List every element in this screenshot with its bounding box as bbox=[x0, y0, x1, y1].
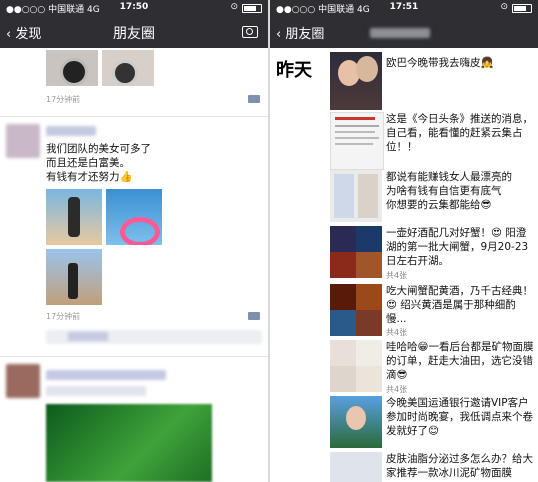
post-image[interactable] bbox=[330, 396, 382, 448]
post-image[interactable] bbox=[330, 340, 356, 366]
post-text: 吃大闸蟹配黄酒，乃千古经典！😍 绍兴黄酒是属于那种细酌慢... bbox=[386, 285, 533, 325]
post-image[interactable] bbox=[356, 366, 382, 392]
status-bar: ●●○○○ 中国联通 4G 17:51 ⊙ bbox=[270, 0, 538, 16]
image-count: 共4张 bbox=[386, 385, 408, 394]
post-image[interactable] bbox=[330, 452, 382, 482]
avatar[interactable] bbox=[6, 124, 40, 158]
post-image[interactable] bbox=[330, 252, 356, 278]
post-image[interactable] bbox=[356, 252, 382, 278]
image-count: 共4张 bbox=[386, 271, 408, 280]
post-text: 今晚美国运通银行邀请VIP客户参加时尚晚宴，我低调点来个卷发就好了😊 bbox=[386, 397, 533, 437]
post-text: 都说有能赚钱女人最漂亮的 为啥有钱有自信更有底气 你想要的云集都能给😎 bbox=[386, 171, 512, 211]
profile-timeline-panel: ●●○○○ 中国联通 4G 17:51 ⊙ ‹ 朋友圈 昨天 欧巴今晚带我去嗨皮… bbox=[270, 0, 538, 482]
post-image[interactable] bbox=[46, 189, 102, 245]
post-image[interactable] bbox=[330, 52, 382, 110]
post-image[interactable] bbox=[330, 284, 356, 310]
camera-icon[interactable] bbox=[242, 26, 258, 38]
status-bar: ●●○○○ 中国联通 4G 17:50 ⊙ bbox=[0, 0, 268, 16]
post-image[interactable] bbox=[330, 112, 384, 170]
moments-feed-panel: ●●○○○ 中国联通 4G 17:50 ⊙ ‹ 发现 朋友圈 17分钟前 我们团… bbox=[0, 0, 268, 482]
post-text: 哇哈哈😁一看后台都是矿物面膜的订单，赶走大油田，选它没错滴😎 bbox=[386, 341, 534, 381]
lock-icon: ⊙ bbox=[230, 2, 238, 12]
post-image[interactable] bbox=[102, 50, 154, 86]
image-count: 共4张 bbox=[386, 328, 408, 337]
post-image[interactable] bbox=[330, 310, 356, 336]
post-text: 我们团队的美女可多了 而且还是白富美。 有钱有才还努力👍 bbox=[46, 143, 151, 183]
post-image[interactable] bbox=[46, 50, 98, 86]
back-label: 朋友圈 bbox=[285, 27, 325, 42]
date-label: 昨天 bbox=[276, 60, 312, 81]
divider bbox=[0, 116, 268, 117]
battery-icon bbox=[512, 4, 532, 13]
post-text: 这是《今日头条》推送的消息，自己看，能看懂的赶紧云集占位！！ bbox=[386, 113, 533, 153]
page-title: 朋友圈 bbox=[113, 26, 155, 42]
more-icon[interactable] bbox=[248, 312, 260, 320]
post-image[interactable] bbox=[46, 249, 102, 305]
post-image[interactable] bbox=[330, 226, 356, 252]
clock: 17:51 bbox=[389, 2, 419, 12]
post-image[interactable] bbox=[356, 226, 382, 252]
nav-bar: ‹ 发现 朋友圈 bbox=[0, 16, 268, 48]
post-time: 17分钟前 bbox=[46, 312, 81, 321]
clock: 17:50 bbox=[119, 2, 149, 12]
battery-icon bbox=[242, 4, 262, 13]
comment-name bbox=[68, 332, 108, 341]
post-time: 17分钟前 bbox=[46, 95, 81, 104]
nav-bar: ‹ 朋友圈 bbox=[270, 16, 538, 48]
post-image[interactable] bbox=[356, 310, 382, 336]
post-text: 欧巴今晚带我去嗨皮👧 bbox=[386, 57, 494, 69]
username[interactable] bbox=[46, 126, 96, 136]
post-image[interactable] bbox=[46, 404, 212, 482]
post-text: 一壶好酒配几对好蟹！😍 阳澄湖的第一批大闸蟹，9月20-23日左右开湖。 bbox=[386, 227, 529, 267]
post-text bbox=[46, 386, 146, 396]
lock-icon: ⊙ bbox=[500, 2, 508, 12]
avatar[interactable] bbox=[6, 364, 40, 398]
post-image[interactable] bbox=[106, 189, 162, 245]
profile-name bbox=[370, 28, 430, 38]
post-image[interactable] bbox=[330, 170, 382, 222]
post-image[interactable] bbox=[356, 340, 382, 366]
divider bbox=[0, 356, 268, 357]
post-text: 皮肤油脂分泌过多怎么办？给大家推荐一款冰川泥矿物面膜 bbox=[386, 453, 533, 479]
post-image[interactable] bbox=[330, 366, 356, 392]
back-button[interactable]: ‹ 朋友圈 bbox=[276, 23, 324, 42]
post-image[interactable] bbox=[356, 284, 382, 310]
username[interactable] bbox=[46, 370, 166, 380]
more-icon[interactable] bbox=[248, 95, 260, 103]
